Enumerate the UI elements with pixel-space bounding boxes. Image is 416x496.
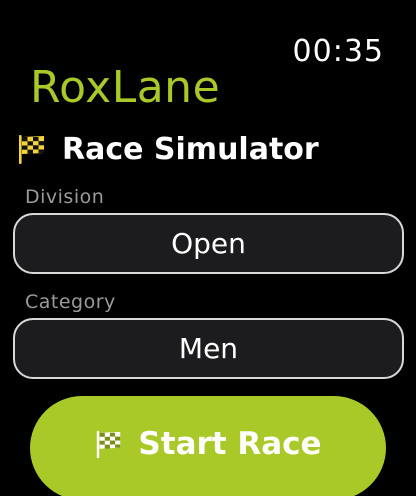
chequered-flag-icon: [16, 133, 48, 165]
chequered-flag-glyph: [97, 430, 121, 459]
section-header: Race Simulator: [16, 130, 319, 168]
start-race-label: Start Race: [138, 426, 322, 462]
category-label: Category: [25, 291, 116, 313]
chequered-flag-icon: [94, 429, 124, 459]
chequered-flag-glyph: [19, 135, 44, 164]
division-value: Open: [171, 227, 246, 260]
division-label: Division: [25, 186, 105, 208]
status-clock: 00:35: [292, 34, 384, 69]
start-race-button[interactable]: Start Race: [30, 396, 386, 496]
section-title: Race Simulator: [62, 131, 319, 167]
category-value: Men: [178, 332, 239, 365]
category-picker[interactable]: Men: [13, 318, 404, 379]
division-picker[interactable]: Open: [13, 213, 404, 274]
app-title: RoxLane: [30, 62, 221, 113]
